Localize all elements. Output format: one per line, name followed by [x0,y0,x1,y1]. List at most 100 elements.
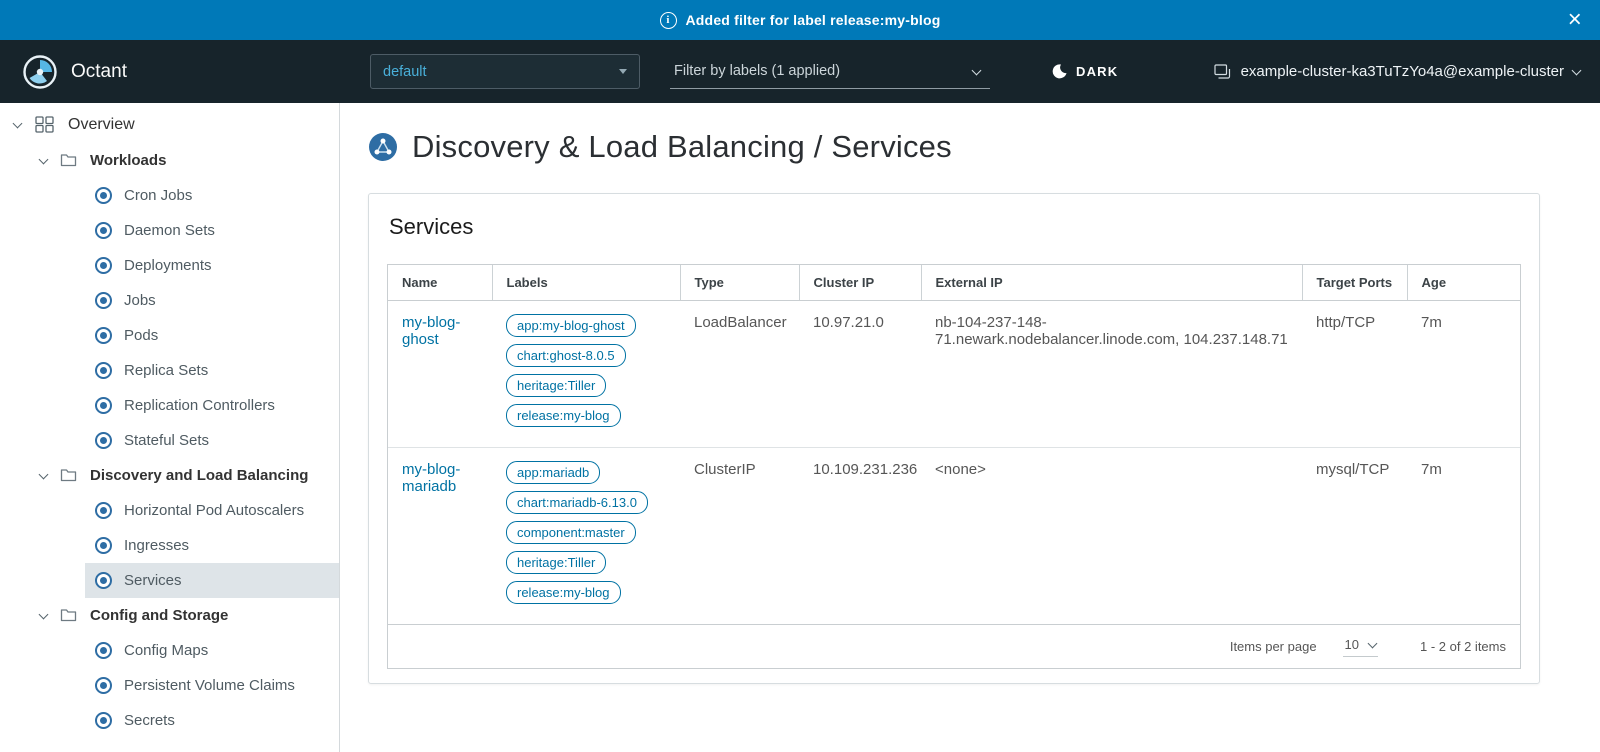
namespace-value: default [383,64,427,80]
label-pill[interactable]: heritage:Tiller [506,551,606,574]
sidebar-item-jobs[interactable]: Jobs [85,283,339,318]
dark-mode-toggle[interactable]: DARK [1052,64,1118,79]
sidebar-section-workloads[interactable]: Workloads [0,143,339,178]
services-icon [95,572,112,589]
label-pill[interactable]: release:my-blog [506,581,621,604]
sidebar-section-discovery-and-load-balancing[interactable]: Discovery and Load Balancing [0,458,339,493]
sidebar-item-replication-controllers[interactable]: Replication Controllers [85,388,339,423]
column-header: Labels [492,265,680,301]
layout: Overview Workloads Cron Jobs Daemon Sets Dep… [0,103,1600,752]
table-row: my-blog-ghost app:my-blog-ghost chart:ghos… [388,301,1520,448]
main-content: Discovery & Load Balancing / Services Se… [340,103,1600,752]
sidebar-item-overview[interactable]: Overview [0,106,339,143]
column-header: Cluster IP [799,265,921,301]
type-cell: LoadBalancer [680,301,799,448]
services-table-body: my-blog-ghost app:my-blog-ghost chart:ghos… [388,301,1520,625]
sidebar-item-config-maps[interactable]: Config Maps [85,633,339,668]
label-pill[interactable]: chart:mariadb-6.13.0 [506,491,648,514]
chevron-down-icon [972,65,982,75]
notification-bar: i Added filter for label release:my-blog… [0,0,1600,40]
label-pill[interactable]: app:my-blog-ghost [506,314,636,337]
service-name-link[interactable]: my-blog-ghost [402,314,460,348]
ingresses-icon [95,537,112,554]
sidebar-item-label: Jobs [124,292,156,309]
column-header: External IP [921,265,1302,301]
sidebar-item-ingresses[interactable]: Ingresses [85,528,339,563]
items-per-page-select[interactable]: 10 [1343,636,1378,657]
deployments-icon [95,257,112,274]
sidebar-item-deployments[interactable]: Deployments [85,248,339,283]
chevron-down-icon[interactable] [13,119,23,129]
cluster-selector[interactable]: example-cluster-ka3TuTzYo4a@example-clus… [1214,63,1580,80]
chevron-down-icon [1572,66,1582,76]
info-icon: i [660,12,677,29]
services-table-header-row: NameLabelsTypeCluster IPExternal IPTarge… [388,265,1520,301]
folder-icon [60,608,77,623]
sidebar-item-cron-jobs[interactable]: Cron Jobs [85,178,339,213]
services-icon [368,132,398,162]
chevron-down-icon[interactable] [39,155,49,165]
sidebar-item-services[interactable]: Services [85,563,339,598]
external-ip-cell: nb-104-237-148-71.newark.nodebalancer.li… [921,301,1302,448]
app-name: Octant [71,61,127,83]
sidebar-item-label: Config Maps [124,642,208,659]
sidebar-item-secrets[interactable]: Secrets [85,703,339,738]
config-maps-icon [95,642,112,659]
cluster-icon [1214,64,1232,80]
sidebar-item-label: Services [124,572,182,589]
service-name-link[interactable]: my-blog-mariadb [402,461,460,495]
replica-sets-icon [95,362,112,379]
column-header: Target Ports [1302,265,1407,301]
services-datagrid: NameLabelsTypeCluster IPExternal IPTarge… [387,264,1521,669]
label-filter-select[interactable]: Filter by labels (1 applied) [670,54,990,89]
label-pill[interactable]: heritage:Tiller [506,374,606,397]
jobs-icon [95,292,112,309]
type-cell: ClusterIP [680,448,799,625]
sidebar-item-label: Persistent Volume Claims [124,677,295,694]
sidebar-item-pods[interactable]: Pods [85,318,339,353]
overview-icon [35,116,54,133]
sidebar-item-label: Secrets [124,712,175,729]
sidebar-item-label: Overview [68,116,135,134]
daemon-sets-icon [95,222,112,239]
column-header: Age [1407,265,1520,301]
notification-message: Added filter for label release:my-blog [686,12,941,28]
label-pill[interactable]: component:master [506,521,636,544]
sidebar-item-daemon-sets[interactable]: Daemon Sets [85,213,339,248]
datagrid-footer: Items per page 10 1 - 2 of 2 items [388,624,1520,668]
persistent-volume-claims-icon [95,677,112,694]
sidebar-item-horizontal-pod-autoscalers[interactable]: Horizontal Pod Autoscalers [85,493,339,528]
label-pill[interactable]: app:mariadb [506,461,600,484]
sidebar-item-label: Ingresses [124,537,189,554]
column-header: Name [388,265,492,301]
label-pill[interactable]: chart:ghost-8.0.5 [506,344,626,367]
secrets-icon [95,712,112,729]
sidebar-item-label: Replica Sets [124,362,208,379]
card-title: Services [389,214,1521,240]
target-ports-cell: mysql/TCP [1302,448,1407,625]
namespace-select[interactable]: default [370,54,640,89]
label-pill[interactable]: release:my-blog [506,404,621,427]
sidebar-item-label: Deployments [124,257,212,274]
close-icon[interactable]: × [1568,8,1582,32]
cron-jobs-icon [95,187,112,204]
name-cell: my-blog-ghost [388,301,492,448]
cluster-name: example-cluster-ka3TuTzYo4a@example-clus… [1241,63,1564,80]
external-ip-cell: <none> [921,448,1302,625]
target-ports-cell: http/TCP [1302,301,1407,448]
sidebar-item-label: Replication Controllers [124,397,275,414]
chevron-down-icon[interactable] [39,610,49,620]
folder-icon [60,468,77,483]
sidebar-item-stateful-sets[interactable]: Stateful Sets [85,423,339,458]
table-row: my-blog-mariadb app:mariadb chart:mariadb-… [388,448,1520,625]
chevron-down-icon[interactable] [39,470,49,480]
page-title: Discovery & Load Balancing / Services [368,129,1540,165]
name-cell: my-blog-mariadb [388,448,492,625]
cluster-ip-cell: 10.109.231.236 [799,448,921,625]
sidebar-item-persistent-volume-claims[interactable]: Persistent Volume Claims [85,668,339,703]
sidebar-item-label: Daemon Sets [124,222,215,239]
sidebar-item-label: Cron Jobs [124,187,192,204]
chevron-down-icon [1368,639,1378,649]
sidebar-item-replica-sets[interactable]: Replica Sets [85,353,339,388]
sidebar-section-config-and-storage[interactable]: Config and Storage [0,598,339,633]
